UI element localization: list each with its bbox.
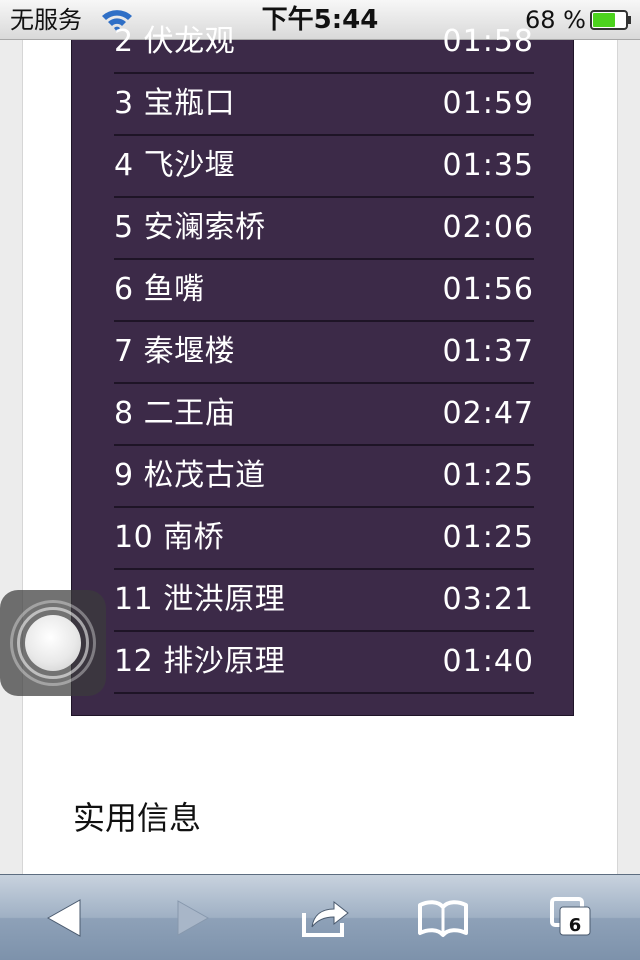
track-title: 7 秦堰楼 <box>114 334 236 369</box>
track-title: 10 南桥 <box>114 520 225 555</box>
track-duration: 02:47 <box>442 396 534 431</box>
track-title: 8 二王庙 <box>114 396 236 431</box>
track-title: 2 伏龙观 <box>114 24 236 59</box>
track-row[interactable]: 8 二王庙 02:47 <box>114 384 534 446</box>
track-list: 2 伏龙观 01:58 3 宝瓶口 01:59 4 飞沙堰 01:35 5 安澜索桥 02:0… <box>71 24 574 716</box>
assistive-touch-knob-icon <box>25 615 81 671</box>
tabs-count: 6 <box>568 915 582 936</box>
track-duration: 01:58 <box>442 24 534 59</box>
section-title-practical-info: 实用信息 <box>73 799 202 837</box>
track-duration: 01:37 <box>442 334 534 369</box>
web-page[interactable]: 2 伏龙观 01:58 3 宝瓶口 01:59 4 飞沙堰 01:35 5 安澜索桥 02:0… <box>0 24 640 874</box>
share-icon <box>302 900 349 937</box>
track-title: 6 鱼嘴 <box>114 272 205 307</box>
forward-button[interactable] <box>166 893 220 943</box>
tabs-button[interactable]: 6 <box>546 893 600 943</box>
share-button[interactable] <box>298 893 352 943</box>
browser-toolbar: 6 <box>0 874 640 960</box>
track-title: 3 宝瓶口 <box>114 86 236 121</box>
track-duration: 01:40 <box>442 644 534 679</box>
track-duration: 01:25 <box>442 458 534 493</box>
track-row[interactable]: 4 飞沙堰 01:35 <box>114 136 534 198</box>
bookmarks-button[interactable] <box>416 893 470 943</box>
track-duration: 03:21 <box>442 582 534 617</box>
track-title: 12 排沙原理 <box>114 644 286 679</box>
track-row[interactable]: 2 伏龙观 01:58 <box>114 12 534 74</box>
back-arrow-icon <box>46 899 81 937</box>
track-title: 9 松茂古道 <box>114 458 266 493</box>
track-row[interactable]: 10 南桥 01:25 <box>114 508 534 570</box>
assistive-touch-button[interactable] <box>0 590 106 696</box>
track-row[interactable]: 9 松茂古道 01:25 <box>114 446 534 508</box>
track-duration: 01:56 <box>442 272 534 307</box>
track-duration: 01:25 <box>442 520 534 555</box>
track-title: 11 泄洪原理 <box>114 582 286 617</box>
page-content: 2 伏龙观 01:58 3 宝瓶口 01:59 4 飞沙堰 01:35 5 安澜索桥 02:0… <box>22 24 618 874</box>
track-duration: 02:06 <box>442 210 534 245</box>
battery-icon <box>590 10 632 30</box>
track-duration: 01:59 <box>442 86 534 121</box>
track-row[interactable]: 5 安澜索桥 02:06 <box>114 198 534 260</box>
forward-arrow-icon <box>177 900 210 936</box>
track-row[interactable]: 11 泄洪原理 03:21 <box>114 570 534 632</box>
back-button[interactable] <box>38 893 92 943</box>
bookmarks-icon <box>418 900 468 937</box>
track-title: 4 飞沙堰 <box>114 148 236 183</box>
track-row[interactable]: 6 鱼嘴 01:56 <box>114 260 534 322</box>
track-duration: 01:35 <box>442 148 534 183</box>
track-row[interactable]: 3 宝瓶口 01:59 <box>114 74 534 136</box>
track-row[interactable]: 7 秦堰楼 01:37 <box>114 322 534 384</box>
track-row[interactable]: 12 排沙原理 01:40 <box>114 632 534 694</box>
battery-percent: 68 % <box>525 6 586 34</box>
track-title: 5 安澜索桥 <box>114 210 266 245</box>
